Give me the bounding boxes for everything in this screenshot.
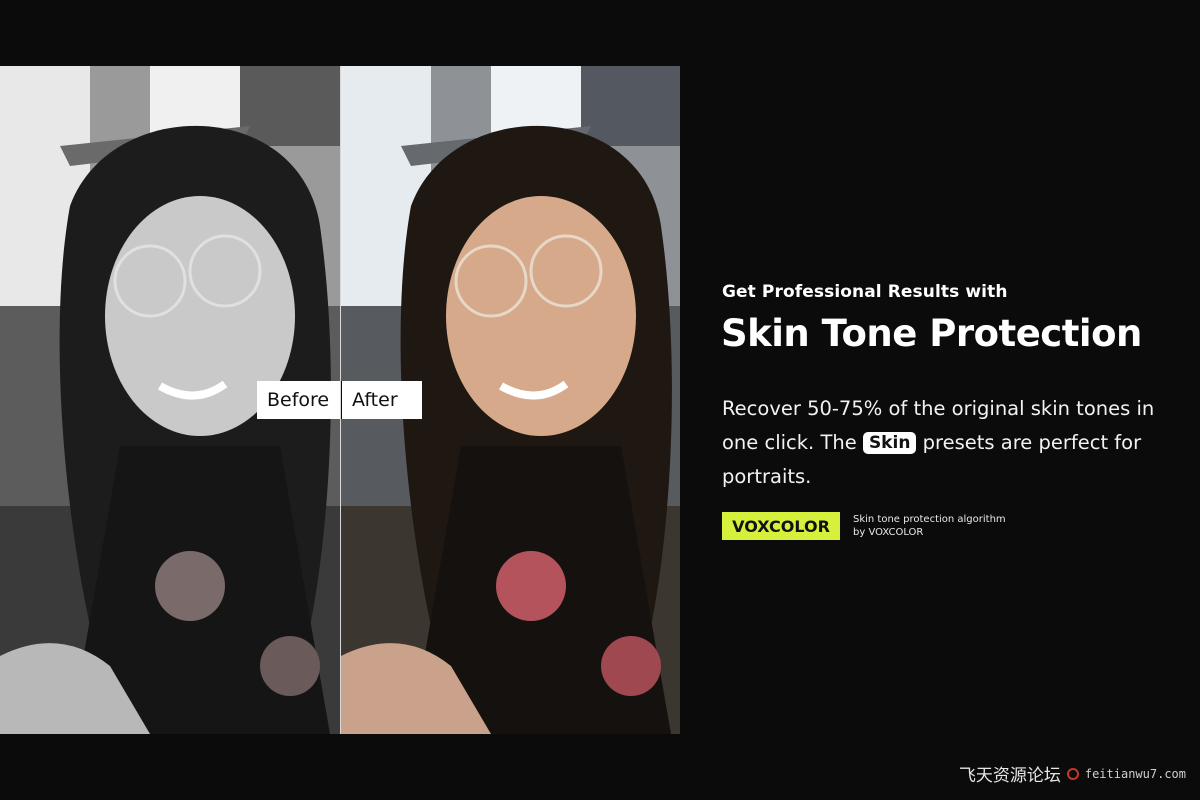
watermark-domain: feitianwu7.com bbox=[1084, 766, 1186, 781]
before-label: Before bbox=[257, 381, 340, 419]
watermark-logo-icon bbox=[1066, 767, 1079, 780]
watermark-cn: 飞天资源论坛 bbox=[958, 766, 1061, 786]
page-title: Skin Tone Protection bbox=[721, 312, 1142, 355]
description: Recover 50-75% of the original skin tone… bbox=[722, 392, 1162, 494]
brand-note: Skin tone protection algorithm by VOXCOL… bbox=[853, 514, 1006, 538]
watermark: 飞天资源论坛 feitianwu7.com bbox=[959, 761, 1186, 786]
eyebrow-text: Get Professional Results with bbox=[722, 282, 1008, 302]
skin-chip: Skin bbox=[862, 432, 917, 454]
brand-badge: VOXCOLOR bbox=[722, 512, 840, 540]
after-label: After bbox=[341, 381, 422, 419]
